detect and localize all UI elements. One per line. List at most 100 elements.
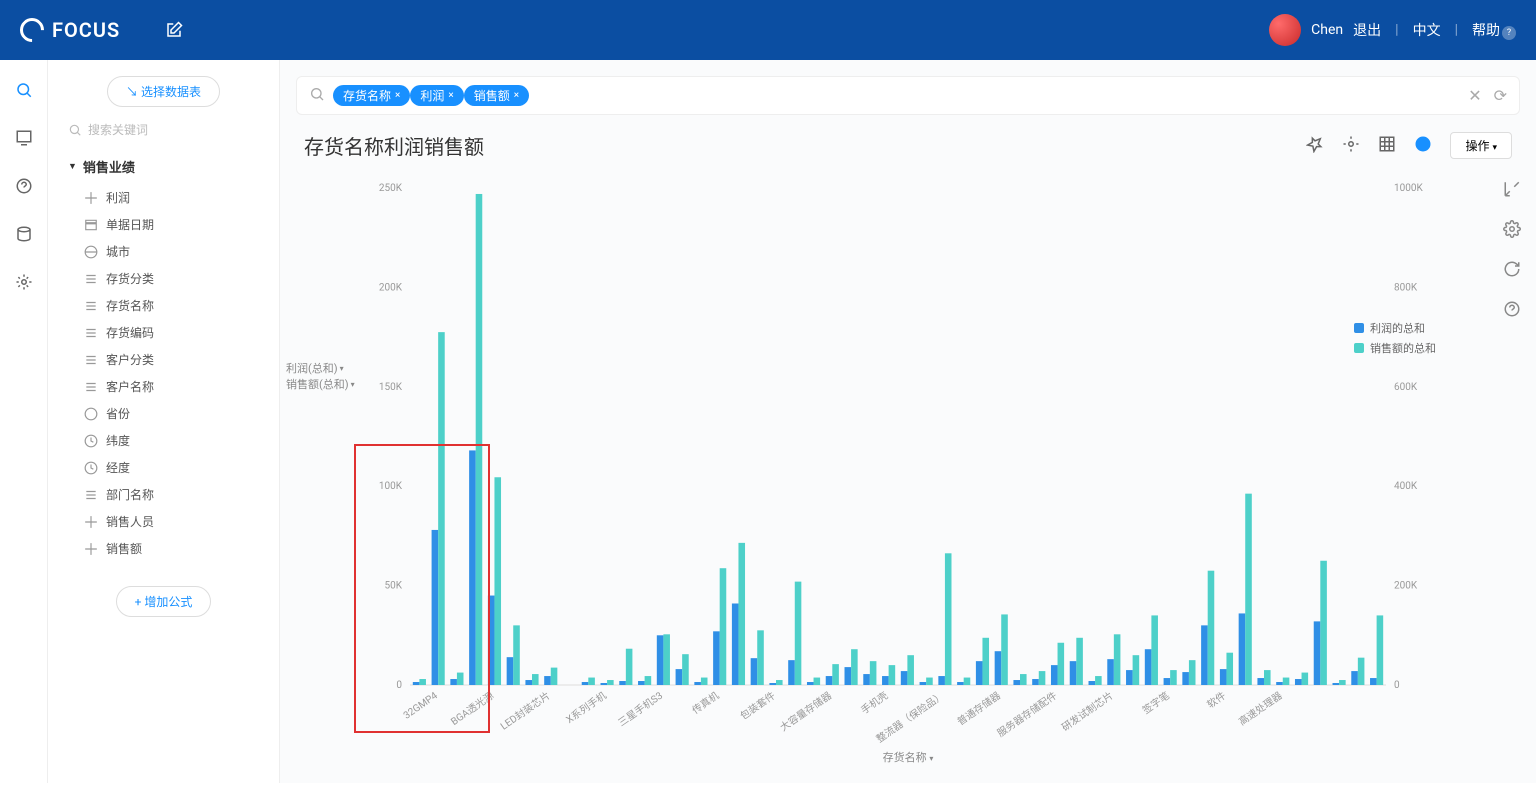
pin-icon[interactable] — [1306, 135, 1324, 157]
field-icon — [84, 380, 98, 394]
gear-icon[interactable] — [1342, 135, 1360, 157]
remove-pill-icon[interactable]: × — [395, 90, 400, 101]
svg-text:LED封装芯片: LED封装芯片 — [498, 689, 553, 733]
refresh-query-icon[interactable]: ⟳ — [1494, 86, 1507, 105]
svg-text:400K: 400K — [1394, 481, 1418, 492]
svg-text:签字笔: 签字笔 — [1140, 689, 1172, 717]
field-icon — [84, 218, 98, 232]
field-icon — [84, 299, 98, 313]
rail-board-icon[interactable] — [14, 128, 34, 148]
rail-data-icon[interactable] — [14, 224, 34, 244]
svg-text:研发试制芯片: 研发试制芯片 — [1059, 689, 1116, 734]
svg-text:32GMP4: 32GMP4 — [402, 690, 440, 721]
field-icon — [84, 191, 98, 205]
logo-icon — [15, 13, 49, 47]
brand-text: FOCUS — [52, 18, 120, 42]
add-formula-button[interactable]: + 增加公式 — [116, 586, 212, 617]
field-icon — [84, 353, 98, 367]
field-icon — [84, 272, 98, 286]
svg-text:包装套件: 包装套件 — [737, 689, 777, 723]
svg-text:50K: 50K — [384, 581, 402, 592]
svg-text:高速处理器: 高速处理器 — [1236, 689, 1284, 728]
svg-text:800K: 800K — [1394, 282, 1418, 293]
rail-settings-icon[interactable] — [14, 272, 34, 292]
user-name[interactable]: Chen — [1311, 22, 1343, 38]
svg-text:BGA透光源: BGA透光源 — [448, 689, 496, 728]
help-link[interactable]: 帮助? — [1472, 20, 1516, 40]
field-item[interactable]: 客户名称 — [80, 373, 267, 400]
chart-type-icon[interactable] — [1414, 135, 1432, 157]
field-icon — [84, 407, 98, 421]
field-item[interactable]: 存货分类 — [80, 265, 267, 292]
lang-link[interactable]: 中文 — [1413, 20, 1441, 40]
sidebar-search-input[interactable] — [88, 123, 259, 137]
search-icon — [68, 123, 82, 137]
field-item[interactable]: 客户分类 — [80, 346, 267, 373]
svg-text:X系列手机: X系列手机 — [563, 689, 608, 726]
chart-side-tools — [1488, 180, 1536, 322]
query-bar: 存货名称 ×利润 ×销售额 × ✕ ⟳ — [296, 76, 1520, 115]
field-item[interactable]: 经度 — [80, 454, 267, 481]
logout-link[interactable]: 退出 — [1353, 20, 1381, 40]
field-item[interactable]: 存货编码 — [80, 319, 267, 346]
svg-text:服务器存储配件: 服务器存储配件 — [994, 689, 1059, 740]
field-icon — [84, 461, 98, 475]
rail-search-icon[interactable] — [14, 80, 34, 100]
chart-settings-icon[interactable] — [1503, 220, 1521, 242]
query-pill[interactable]: 销售额 × — [464, 85, 529, 106]
svg-text:三星手机S3: 三星手机S3 — [615, 689, 665, 729]
svg-text:大容量存储器: 大容量存储器 — [777, 689, 834, 734]
sidebar-search[interactable] — [60, 123, 267, 137]
search-icon — [309, 86, 325, 106]
page-title: 存货名称利润销售额 — [304, 131, 484, 160]
avatar[interactable] — [1269, 14, 1301, 46]
field-item[interactable]: 销售人员 — [80, 508, 267, 535]
field-item[interactable]: 利润 — [80, 184, 267, 211]
table-icon[interactable] — [1378, 135, 1396, 157]
operations-button[interactable]: 操作 ▾ — [1450, 132, 1512, 159]
expand-icon[interactable] — [1503, 180, 1521, 202]
info-icon[interactable] — [1503, 300, 1521, 322]
reload-icon[interactable] — [1503, 260, 1521, 282]
svg-text:200K: 200K — [379, 282, 403, 293]
svg-text:软件: 软件 — [1204, 689, 1228, 711]
tree-group-header[interactable]: ▼ 销售业绩 — [60, 153, 267, 180]
field-item[interactable]: 存货名称 — [80, 292, 267, 319]
select-table-button[interactable]: ↘ 选择数据表 — [107, 76, 220, 107]
field-item[interactable]: 省份 — [80, 400, 267, 427]
field-item[interactable]: 销售额 — [80, 535, 267, 562]
remove-pill-icon[interactable]: × — [514, 90, 519, 101]
field-icon — [84, 245, 98, 259]
field-icon — [84, 434, 98, 448]
field-icon — [84, 542, 98, 556]
field-item[interactable]: 单据日期 — [80, 211, 267, 238]
svg-text:150K: 150K — [379, 382, 403, 393]
query-pill[interactable]: 存货名称 × — [333, 85, 410, 106]
sidebar: ↘ 选择数据表 ▼ 销售业绩 利润单据日期城市存货分类存货名称存货编码客户分类客… — [48, 60, 280, 783]
svg-text:1000K: 1000K — [1394, 183, 1423, 194]
svg-text:0: 0 — [1394, 680, 1400, 691]
svg-text:600K: 600K — [1394, 382, 1418, 393]
svg-text:传真机: 传真机 — [689, 689, 721, 717]
svg-text:手机壳: 手机壳 — [858, 689, 890, 717]
nav-rail — [0, 60, 48, 783]
remove-pill-icon[interactable]: × — [448, 90, 453, 101]
compose-icon[interactable] — [160, 16, 188, 44]
clear-query-icon[interactable]: ✕ — [1468, 86, 1481, 105]
svg-text:200K: 200K — [1394, 581, 1418, 592]
field-item[interactable]: 部门名称 — [80, 481, 267, 508]
field-item[interactable]: 纬度 — [80, 427, 267, 454]
x-axis-label[interactable]: 存货名称 ▾ — [883, 749, 934, 765]
svg-text:0: 0 — [396, 680, 402, 691]
field-icon — [84, 488, 98, 502]
logo: FOCUS — [20, 18, 120, 42]
svg-text:250K: 250K — [379, 183, 403, 194]
query-pill[interactable]: 利润 × — [410, 85, 463, 106]
field-icon — [84, 515, 98, 529]
field-item[interactable]: 城市 — [80, 238, 267, 265]
rail-help-icon[interactable] — [14, 176, 34, 196]
svg-text:100K: 100K — [379, 481, 403, 492]
bar-chart: 0 50K 100K 150K 200K 250K 0 200K 400K 600K 800K 100… — [340, 176, 1456, 747]
field-icon — [84, 326, 98, 340]
svg-text:普通存储器: 普通存储器 — [955, 689, 1003, 728]
